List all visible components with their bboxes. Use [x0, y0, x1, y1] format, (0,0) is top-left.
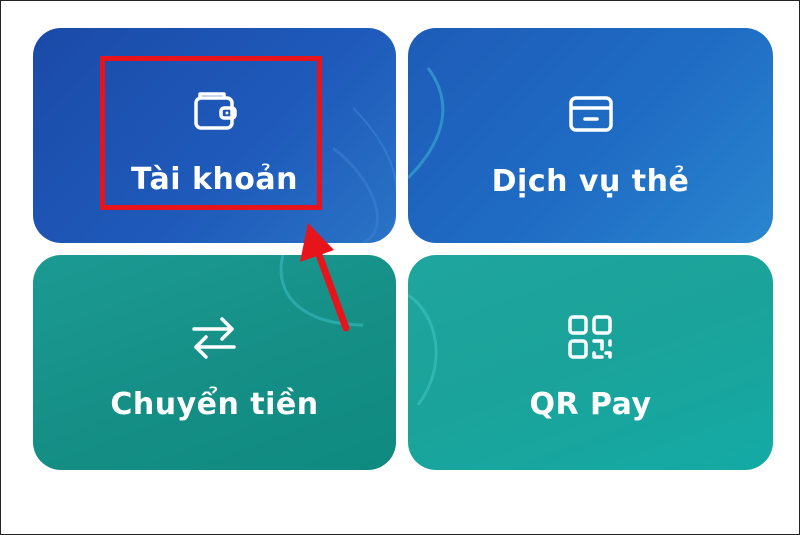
account-tile[interactable]: Tài khoản: [33, 28, 396, 243]
qr-pay-tile[interactable]: QR Pay: [408, 255, 773, 470]
qr-pay-label: QR Pay: [529, 387, 652, 422]
transfer-label: Chuyển tiền: [110, 387, 319, 422]
transfer-arrows-icon: [192, 317, 237, 359]
qr-code-icon: [568, 315, 613, 359]
credit-card-icon: [568, 96, 613, 132]
card-services-label: Dịch vụ thẻ: [491, 164, 690, 199]
wallet-icon: [193, 92, 237, 130]
card-services-tile[interactable]: Dịch vụ thẻ: [408, 28, 773, 243]
account-label: Tài khoản: [130, 162, 299, 197]
transfer-tile[interactable]: Chuyển tiền: [33, 255, 396, 470]
